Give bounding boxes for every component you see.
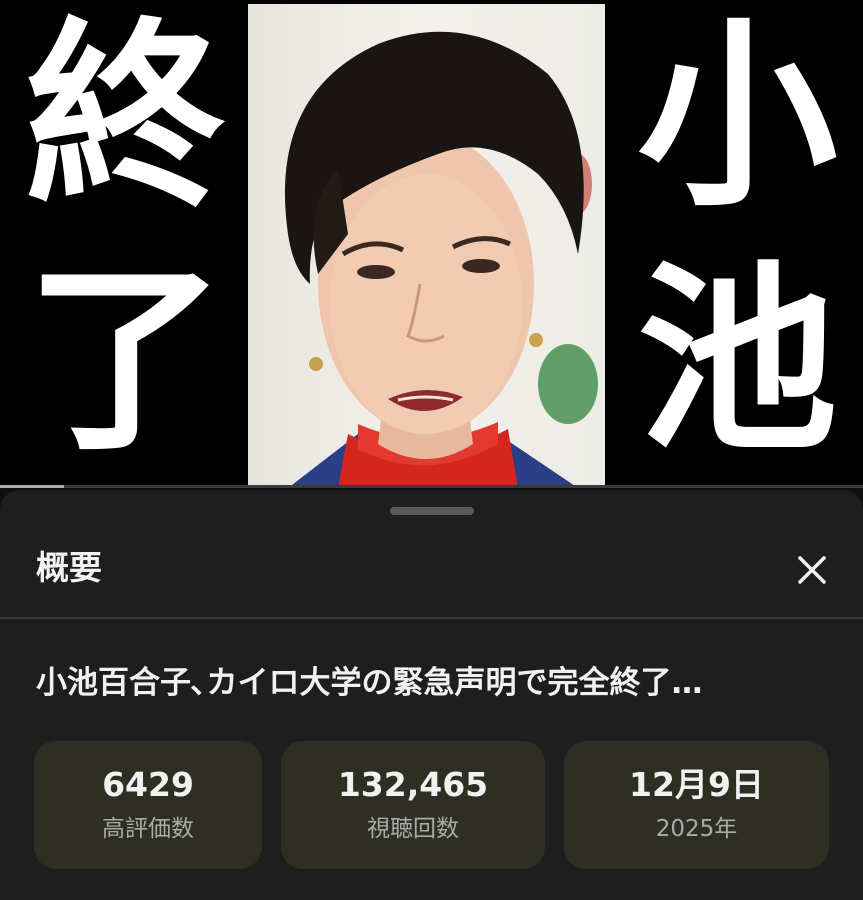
sheet-title: 概要 (36, 548, 102, 587)
video-title: 小池百合子､カイロ大学の緊急声明で完全終了… (36, 665, 703, 701)
divider (0, 617, 863, 619)
views-stat[interactable]: 132,465 視聴回数 (281, 741, 545, 869)
upload-year: 2025年 (655, 816, 738, 842)
description-sheet: 概要 小池百合子､カイロ大学の緊急声明で完全終了… 6429 高評価数 132,… (0, 490, 863, 900)
close-icon (798, 556, 826, 584)
upload-date-stat[interactable]: 12月9日 2025年 (564, 741, 829, 869)
drag-handle[interactable] (390, 507, 474, 515)
views-count: 132,465 (337, 765, 489, 804)
thumbnail-caption-left: 終 了 (18, 0, 233, 488)
video-progress-bar[interactable] (0, 485, 863, 488)
likes-count: 6429 (102, 765, 194, 804)
caption-char: 終 (25, 0, 226, 234)
likes-stat[interactable]: 6429 高評価数 (34, 741, 262, 869)
video-progress-fill (0, 485, 64, 488)
caption-char: 了 (25, 243, 226, 478)
close-button[interactable] (788, 546, 836, 594)
upload-date: 12月9日 (629, 765, 764, 804)
portrait-photo (248, 4, 605, 488)
caption-char: 小 (637, 0, 838, 234)
video-thumbnail[interactable]: 終 了 小 池 (0, 0, 863, 488)
views-label: 視聴回数 (367, 816, 459, 842)
thumbnail-caption-right: 小 池 (630, 0, 845, 488)
likes-label: 高評価数 (102, 816, 194, 842)
caption-char: 池 (637, 243, 838, 478)
